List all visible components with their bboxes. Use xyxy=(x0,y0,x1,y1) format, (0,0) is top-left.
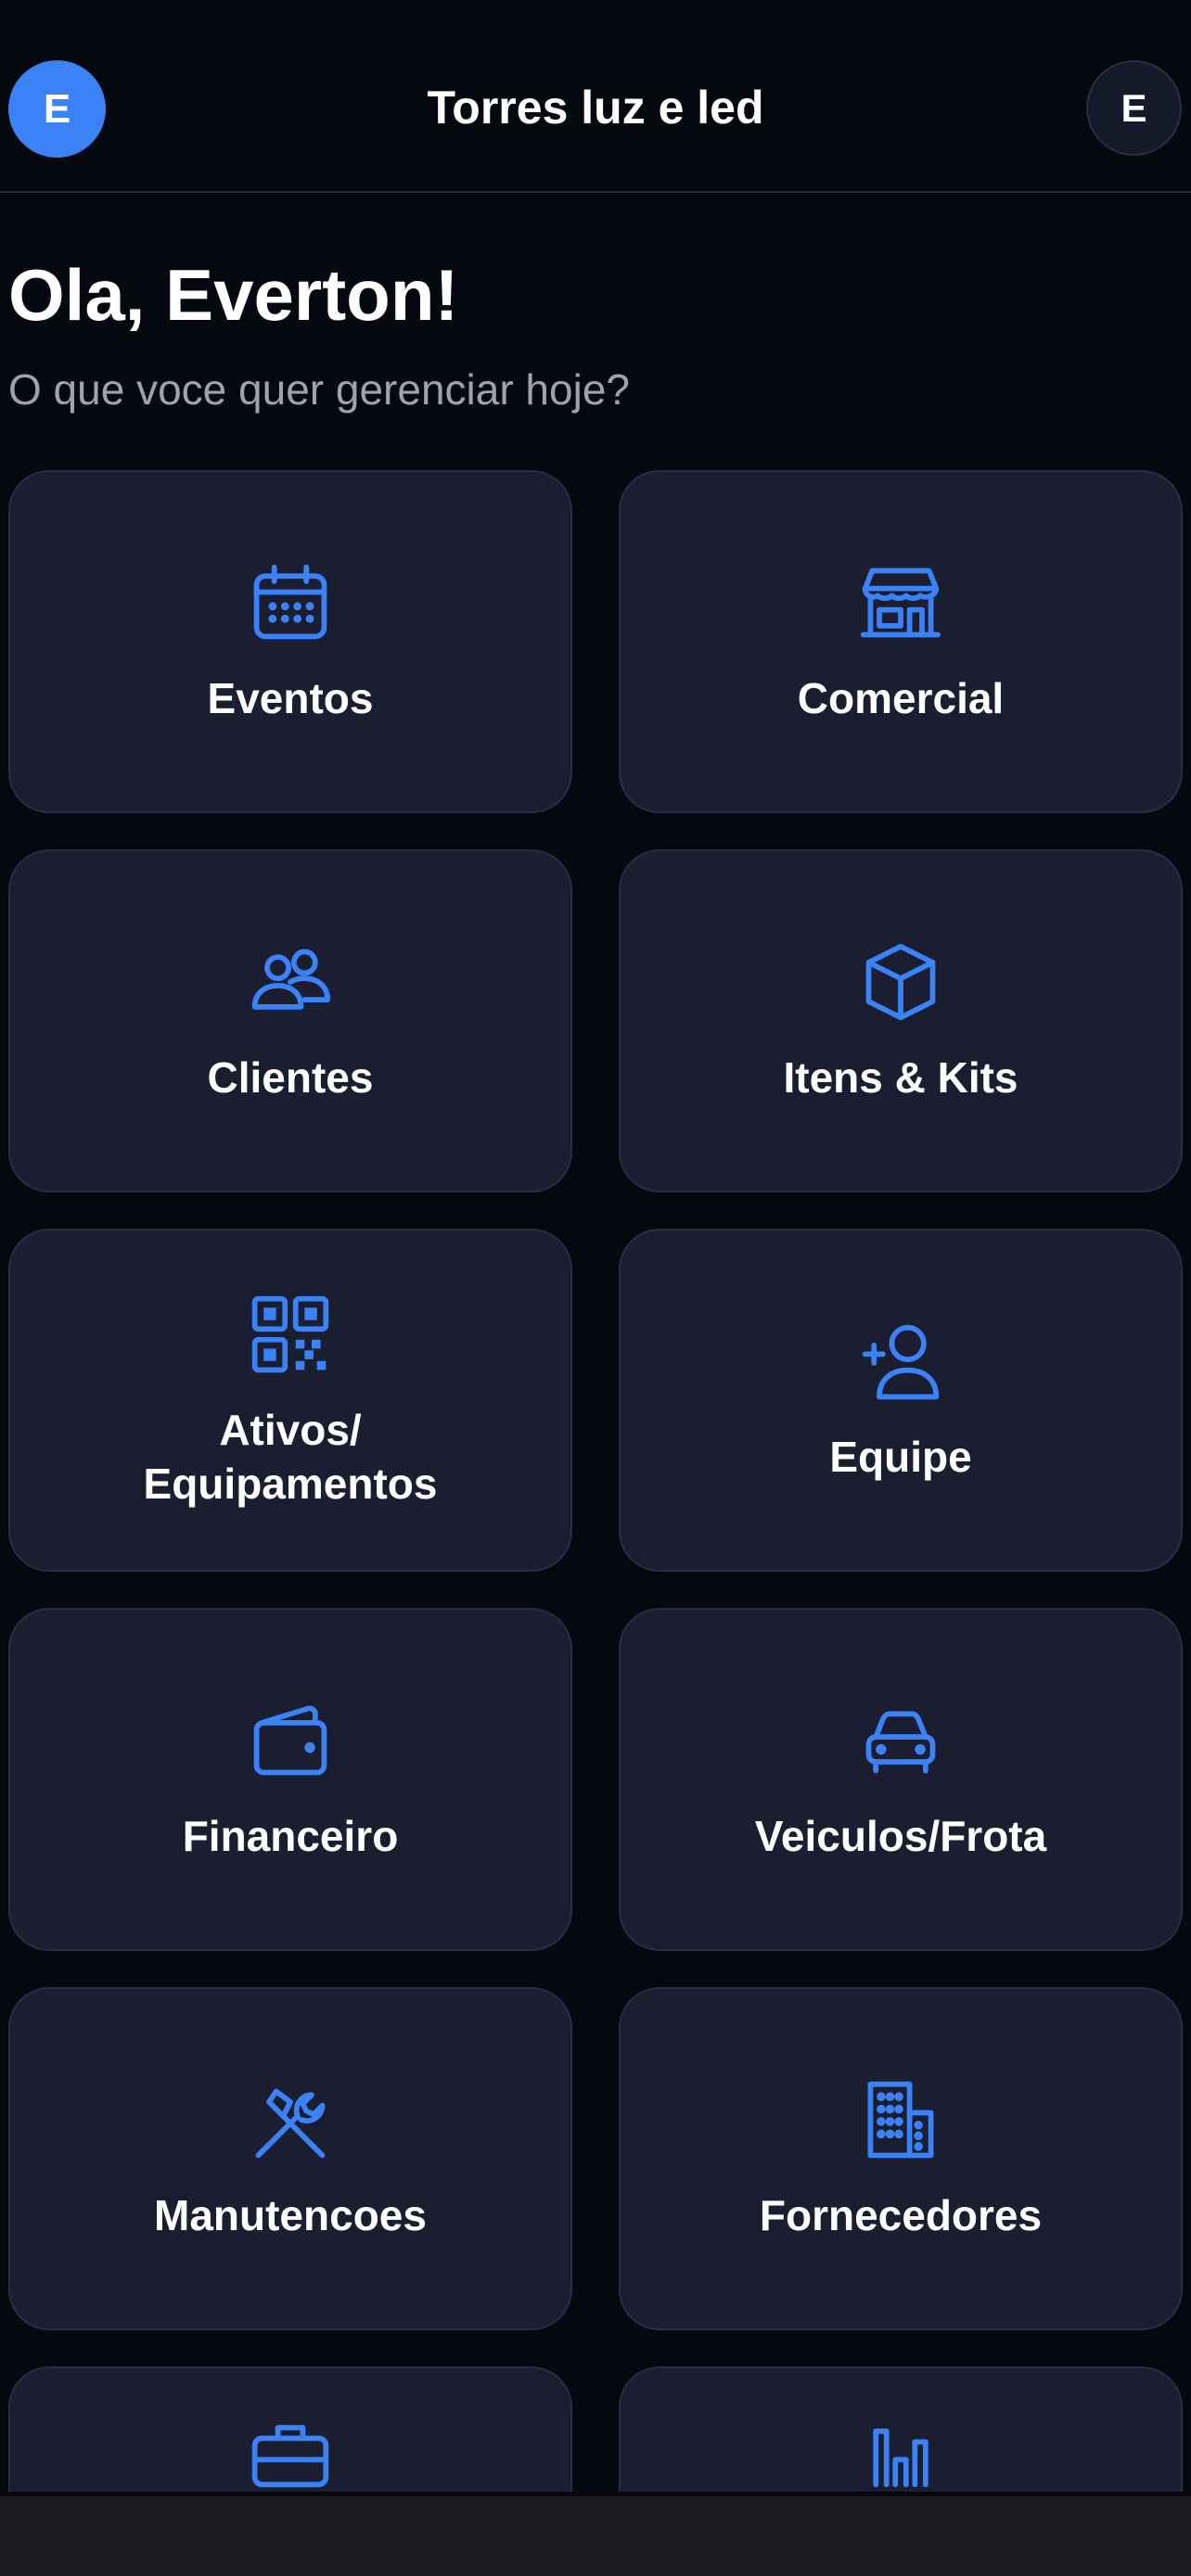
briefcase-icon xyxy=(246,2425,335,2492)
greeting-subtitle: O que voce quer gerenciar hoje? xyxy=(8,365,630,414)
building-icon xyxy=(856,2075,945,2164)
card-partial-left[interactable] xyxy=(8,2366,572,2492)
users-icon xyxy=(246,937,335,1027)
card-label: Clientes xyxy=(207,1053,374,1102)
card-partial-right[interactable] xyxy=(619,2366,1183,2492)
card-label: Comercial xyxy=(797,674,1005,722)
card-equipe[interactable]: Equipe xyxy=(619,1229,1183,1572)
qr-code-icon xyxy=(246,1290,335,1379)
top-bar: E Torres luz e led E xyxy=(0,0,1191,193)
card-fornecedores[interactable]: Fornecedores xyxy=(619,1987,1183,2330)
user-avatar-right[interactable]: E xyxy=(1086,60,1182,156)
calendar-icon xyxy=(246,558,335,647)
card-label: Manutencoes xyxy=(154,2191,427,2239)
card-eventos[interactable]: Eventos xyxy=(8,470,572,813)
car-icon xyxy=(856,1696,945,1785)
card-financeiro[interactable]: Financeiro xyxy=(8,1608,572,1951)
wallet-icon xyxy=(246,1696,335,1785)
card-label: Eventos xyxy=(207,674,374,722)
card-comercial[interactable]: Comercial xyxy=(619,470,1183,813)
card-manutencoes[interactable]: Manutencoes xyxy=(8,1987,572,2330)
card-label: Veiculos/Frota xyxy=(754,1812,1047,1860)
user-plus-icon xyxy=(856,1317,945,1406)
card-ativos-equipamentos[interactable]: Ativos/ Equipamentos xyxy=(8,1229,572,1572)
greeting-heading: Ola, Everton! xyxy=(8,254,459,336)
card-label: Fornecedores xyxy=(759,2191,1043,2239)
card-label: Equipe xyxy=(829,1433,972,1481)
card-label: Financeiro xyxy=(182,1812,399,1860)
card-label: Itens & Kits xyxy=(783,1053,1018,1102)
wrench-hammer-icon xyxy=(246,2075,335,2164)
cube-icon xyxy=(856,937,945,1027)
bottom-bar xyxy=(0,2496,1191,2576)
card-label: Ativos/ Equipamentos xyxy=(143,1406,438,1508)
app-title: Torres luz e led xyxy=(427,82,764,134)
storefront-icon xyxy=(856,558,945,647)
card-itens-kits[interactable]: Itens & Kits xyxy=(619,849,1183,1192)
card-clientes[interactable]: Clientes xyxy=(8,849,572,1192)
card-veiculos-frota[interactable]: Veiculos/Frota xyxy=(619,1608,1183,1951)
bar-chart-icon xyxy=(856,2427,945,2492)
